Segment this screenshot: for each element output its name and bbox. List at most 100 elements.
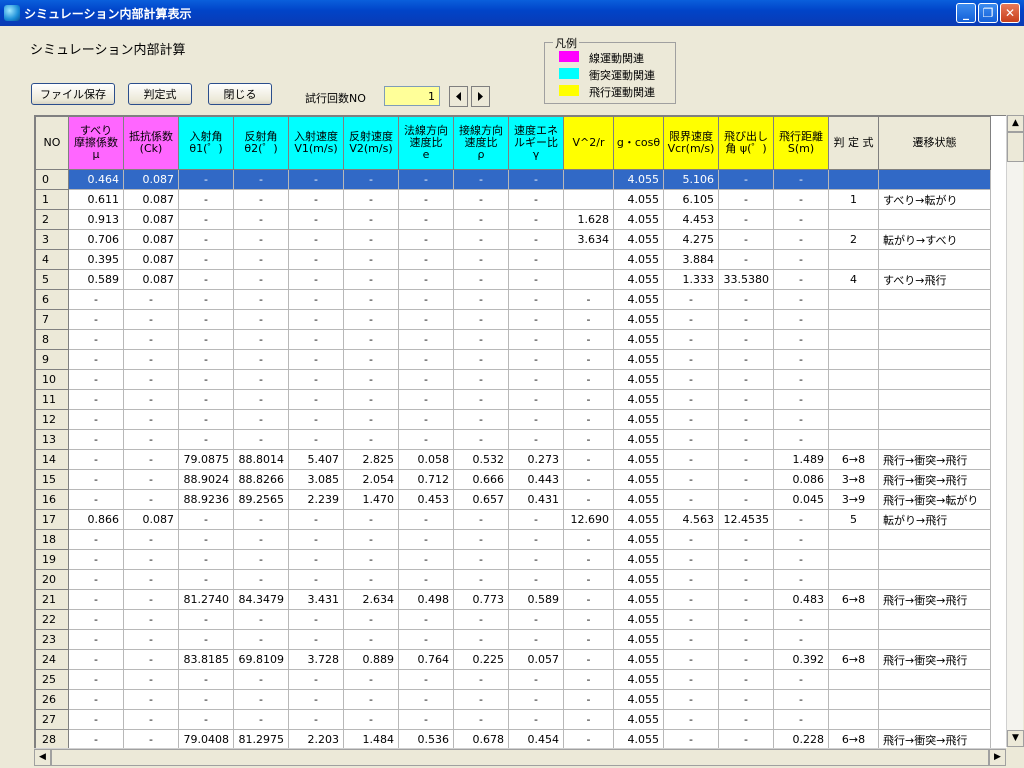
table-cell[interactable]: - [233,229,289,250]
vertical-scroll-thumb[interactable] [1007,132,1024,162]
table-cell[interactable]: 0.666 [453,469,509,490]
table-cell[interactable] [828,169,879,190]
table-cell[interactable]: - [398,629,454,650]
table-cell[interactable]: - [663,529,719,550]
table-cell[interactable]: - [718,329,774,350]
table-cell[interactable]: 4.453 [663,209,719,230]
table-cell[interactable]: - [178,349,234,370]
table-cell[interactable]: 0.866 [68,509,124,530]
table-cell[interactable]: 6.105 [663,189,719,210]
table-cell[interactable]: 0.086 [773,469,829,490]
table-cell[interactable]: 0.045 [773,489,829,510]
table-cell[interactable] [878,689,991,710]
table-cell[interactable]: - [398,569,454,590]
table-cell[interactable]: - [663,369,719,390]
table-cell[interactable]: - [663,489,719,510]
table-cell[interactable]: - [508,549,564,570]
table-cell[interactable] [828,209,879,230]
column-header[interactable]: 反射速度 V2(m/s) [343,116,399,170]
table-cell[interactable]: - [508,689,564,710]
table-cell[interactable]: 4.055 [613,569,664,590]
table-cell[interactable]: - [288,709,344,730]
table-cell[interactable]: - [453,549,509,570]
table-cell[interactable] [828,349,879,370]
table-cell[interactable]: - [178,709,234,730]
table-cell[interactable]: - [773,389,829,410]
table-cell[interactable]: - [508,269,564,290]
table-cell[interactable]: - [123,569,179,590]
table-cell[interactable]: - [663,589,719,610]
table-cell[interactable]: - [718,529,774,550]
table-cell[interactable]: - [773,269,829,290]
table-cell[interactable]: - [123,329,179,350]
table-cell[interactable]: - [123,729,179,748]
row-number-cell[interactable]: 11 [35,389,69,410]
table-cell[interactable]: - [178,229,234,250]
table-row[interactable]: 20- - - - - - - - - -4.055- - - [35,569,991,590]
table-cell[interactable]: - [508,289,564,310]
table-cell[interactable]: - [773,209,829,230]
table-cell[interactable]: - [398,289,454,310]
row-number-cell[interactable]: 27 [35,709,69,730]
column-header[interactable]: 限界速度 Vcr(m/s) [663,116,719,170]
table-cell[interactable] [828,289,879,310]
table-cell[interactable] [878,369,991,390]
table-cell[interactable]: - [233,689,289,710]
table-cell[interactable]: - [663,469,719,490]
table-cell[interactable]: - [453,169,509,190]
table-cell[interactable]: 4.055 [613,649,664,670]
table-cell[interactable]: - [773,309,829,330]
row-number-cell[interactable]: 26 [35,689,69,710]
row-number-cell[interactable]: 5 [35,269,69,290]
table-cell[interactable]: - [718,629,774,650]
table-cell[interactable]: 0.657 [453,489,509,510]
table-cell[interactable]: 88.8014 [233,449,289,470]
table-cell[interactable]: 0.712 [398,469,454,490]
table-cell[interactable]: 4.055 [613,549,664,570]
row-number-cell[interactable]: 16 [35,489,69,510]
table-cell[interactable]: - [398,169,454,190]
table-cell[interactable]: 0.087 [123,189,179,210]
table-cell[interactable]: - [773,569,829,590]
row-number-cell[interactable]: 13 [35,429,69,450]
table-cell[interactable]: 6→8 [828,449,879,470]
data-grid[interactable]: NO すべり 摩擦係数 μ 抵抗係数 (Ck) 入射角 θ1(゜) 反射角 θ2(゜) 入射速度 V1… [34,115,1007,748]
table-row[interactable]: 9- - - - - - - - - -4.055- - - [35,349,991,370]
table-cell[interactable]: 0.464 [68,169,124,190]
table-cell[interactable]: 0.589 [68,269,124,290]
column-header[interactable]: NO [35,116,69,170]
table-row[interactable]: 5 0.589 0.087- - - - - - -4.055 1.333 33.5380-4 すべり… [35,269,991,290]
row-number-cell[interactable]: 9 [35,349,69,370]
table-row[interactable]: 8- - - - - - - - - -4.055- - - [35,329,991,350]
table-cell[interactable]: - [343,369,399,390]
table-cell[interactable]: - [233,329,289,350]
table-cell[interactable]: - [508,189,564,210]
table-cell[interactable]: - [68,449,124,470]
table-cell[interactable]: 5.106 [663,169,719,190]
table-cell[interactable] [878,249,991,270]
table-cell[interactable]: - [288,669,344,690]
table-row[interactable]: 10- - - - - - - - - -4.055- - - [35,369,991,390]
table-cell[interactable]: 3.728 [288,649,344,670]
table-row[interactable]: 23- - - - - - - - - -4.055- - - [35,629,991,650]
table-cell[interactable]: - [233,709,289,730]
table-cell[interactable] [828,609,879,630]
row-number-cell[interactable]: 0 [35,169,69,190]
table-cell[interactable]: 2.203 [288,729,344,748]
table-cell[interactable]: - [288,689,344,710]
table-cell[interactable] [828,329,879,350]
table-row[interactable]: 14- -79.0875 88.8014 5.407 2.825 0.058 0.532 0.… [35,449,991,470]
table-cell[interactable] [878,609,991,630]
table-cell[interactable] [878,309,991,330]
close-window-button[interactable]: ✕ [1000,3,1020,23]
table-cell[interactable]: - [718,449,774,470]
table-cell[interactable]: 0.611 [68,189,124,210]
table-cell[interactable]: 4.055 [613,229,664,250]
trial-number-input[interactable]: 1 [384,86,440,106]
table-cell[interactable]: - [718,469,774,490]
table-cell[interactable]: - [233,569,289,590]
table-cell[interactable]: - [343,409,399,430]
table-cell[interactable] [828,369,879,390]
table-cell[interactable]: - [343,209,399,230]
minimize-button[interactable]: _ [956,3,976,23]
